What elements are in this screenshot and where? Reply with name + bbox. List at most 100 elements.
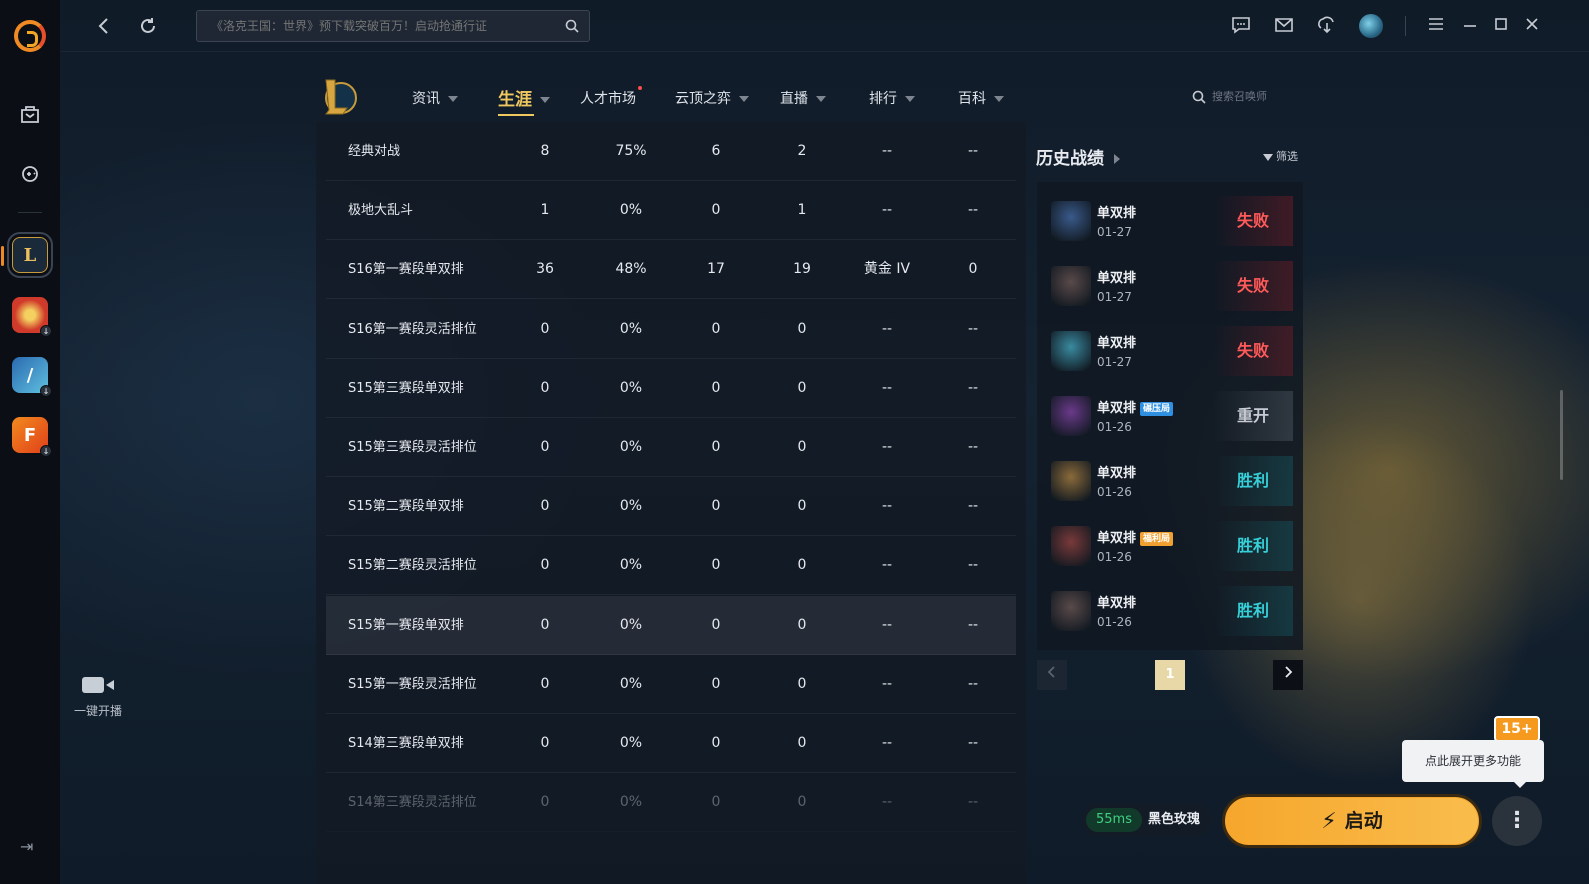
match-date: 01-26 (1097, 485, 1132, 499)
table-cell-winrate: 0% (619, 439, 643, 455)
search-icon (1192, 90, 1206, 104)
search-icon[interactable] (565, 19, 579, 33)
summoner-search[interactable]: 搜索召唤师 (1192, 88, 1267, 104)
match-mode: 单双排 碾压局 (1097, 397, 1174, 416)
table-cell-points: 0 (968, 261, 978, 278)
user-avatar[interactable] (1359, 14, 1383, 38)
table-row[interactable]: S15第三赛段单双排 0 0% 0 0 -- -- (326, 359, 1016, 418)
page-scrollbar[interactable] (1560, 390, 1563, 480)
table-row[interactable]: S15第一赛段单双排 0 0% 0 0 -- -- (326, 595, 1016, 655)
filter-icon (1263, 153, 1273, 161)
table-cell-winrate: 0% (619, 557, 643, 574)
age-rating-badge: 15+ (1494, 716, 1540, 742)
table-cell-wins: 0 (711, 439, 721, 455)
match-item[interactable]: 单双排 01-26 胜利 (1047, 452, 1293, 510)
table-cell-wins: 0 (711, 675, 721, 692)
table-cell-winrate: 48% (615, 261, 647, 278)
page-number[interactable]: 1 (1155, 660, 1185, 690)
match-tag-badge: 碾压局 (1140, 402, 1174, 416)
match-history-title[interactable]: 历史战绩 (1036, 144, 1120, 169)
table-cell-losses: 0 (797, 557, 807, 574)
next-page-button[interactable] (1273, 660, 1303, 690)
download-badge-icon: ↓ (40, 445, 52, 457)
refresh-icon[interactable] (136, 14, 160, 38)
nav-wiki[interactable]: 百科 (958, 88, 1004, 108)
nav-live-label: 直播 (780, 91, 808, 107)
table-cell-rank: -- (881, 498, 893, 515)
match-tag-badge: 福利局 (1140, 532, 1174, 546)
app-logo[interactable] (14, 20, 46, 52)
match-item[interactable]: 单双排 01-27 失败 (1047, 192, 1293, 250)
table-cell-wins: 17 (707, 261, 725, 278)
maximize-icon[interactable] (1489, 14, 1513, 38)
collapse-rail-icon[interactable]: ⇥ (20, 837, 33, 856)
nav-ranking[interactable]: 排行 (869, 88, 915, 108)
match-result: 失败 (1213, 326, 1293, 376)
match-date: 01-26 (1097, 550, 1132, 564)
champion-portrait (1051, 201, 1091, 241)
launch-button[interactable]: ⚡ 启动 (1222, 794, 1482, 848)
table-cell-wins: 0 (711, 735, 721, 751)
prev-page-button[interactable] (1037, 660, 1067, 690)
table-row[interactable]: 极地大乱斗 1 0% 0 1 -- -- (326, 181, 1016, 241)
table-row[interactable]: S14第三赛段单双排 0 0% 0 0 -- -- (326, 714, 1016, 773)
menu-icon[interactable] (1424, 14, 1448, 38)
back-icon[interactable] (92, 14, 116, 38)
mail-icon[interactable] (1272, 14, 1296, 38)
table-row[interactable]: S16第一赛段单双排 36 48% 17 19 黄金 IV 0 (326, 240, 1016, 300)
table-row[interactable]: S15第一赛段灵活排位 0 0% 0 0 -- -- (326, 655, 1016, 714)
nav-news[interactable]: 资讯 (412, 88, 458, 108)
table-cell-mode: S15第一赛段灵活排位 (348, 676, 477, 692)
nav-tft[interactable]: 云顶之弈 (675, 88, 749, 108)
match-date: 01-26 (1097, 420, 1132, 434)
table-cell-winrate: 0% (619, 498, 643, 515)
left-rail: L ↓ / ↓ F ↓ ⇥ (0, 0, 60, 884)
table-cell-losses: 0 (797, 616, 807, 633)
match-item[interactable]: 单双排 01-26 胜利 (1047, 582, 1293, 640)
game-orange[interactable]: F ↓ (12, 417, 52, 457)
table-cell-losses: 2 (797, 143, 807, 159)
game-controller-icon[interactable] (8, 152, 52, 196)
more-features-tooltip: 点此展开更多功能 (1402, 740, 1544, 788)
table-cell-rank: -- (881, 675, 893, 692)
server-selector[interactable]: 55ms 黑色玫瑰 (1082, 804, 1212, 836)
table-cell-wins: 0 (711, 616, 721, 633)
match-mode: 单双排 福利局 (1097, 527, 1174, 546)
match-mode: 单双排 (1097, 332, 1136, 351)
game-lol[interactable]: L (1, 232, 53, 278)
filter-button[interactable]: 筛选 (1263, 148, 1298, 164)
table-cell-wins: 0 (711, 557, 721, 574)
close-icon[interactable] (1520, 14, 1544, 38)
table-row[interactable]: S16第一赛段灵活排位 0 0% 0 0 -- -- (326, 300, 1016, 359)
top-search-input[interactable] (197, 11, 589, 41)
match-item[interactable]: 单双排 福利局 01-26 胜利 (1047, 517, 1293, 575)
chat-icon[interactable] (1229, 14, 1253, 38)
match-item[interactable]: 单双排 01-27 失败 (1047, 322, 1293, 380)
table-row[interactable]: S14第三赛段灵活排位 0 0% 0 0 -- -- (326, 773, 1016, 832)
game-red[interactable]: ↓ (12, 297, 52, 337)
table-cell-wins: 0 (711, 794, 721, 811)
table-row[interactable]: 经典对战 8 75% 6 2 -- -- (326, 122, 1016, 181)
game-blue[interactable]: / ↓ (12, 357, 52, 397)
summoner-search-placeholder: 搜索召唤师 (1212, 90, 1267, 103)
table-row[interactable]: S15第三赛段灵活排位 0 0% 0 0 -- -- (326, 418, 1016, 477)
nav-talent-market[interactable]: 人才市场 (580, 86, 642, 108)
table-cell-mode: S15第二赛段灵活排位 (348, 558, 477, 574)
nav-ranking-label: 排行 (869, 91, 897, 107)
download-icon[interactable] (1315, 14, 1339, 38)
minimize-icon[interactable] (1458, 14, 1482, 38)
top-search-bar[interactable] (196, 10, 590, 42)
camera-icon (82, 674, 114, 696)
nav-news-label: 资讯 (412, 91, 440, 107)
nav-career[interactable]: 生涯 (498, 85, 550, 116)
match-item[interactable]: 单双排 01-27 失败 (1047, 257, 1293, 315)
more-options-button[interactable]: ⋮ (1492, 796, 1542, 846)
bag-icon[interactable] (8, 92, 52, 136)
table-row[interactable]: S15第二赛段灵活排位 0 0% 0 0 -- -- (326, 536, 1016, 596)
go-live-button[interactable]: 一键开播 (62, 674, 134, 719)
lol-logo-icon[interactable] (320, 76, 358, 118)
chevron-down-icon (816, 96, 826, 102)
nav-live[interactable]: 直播 (780, 88, 826, 108)
match-item[interactable]: 单双排 碾压局 01-26 重开 (1047, 387, 1293, 445)
table-row[interactable]: S15第二赛段单双排 0 0% 0 0 -- -- (326, 477, 1016, 537)
